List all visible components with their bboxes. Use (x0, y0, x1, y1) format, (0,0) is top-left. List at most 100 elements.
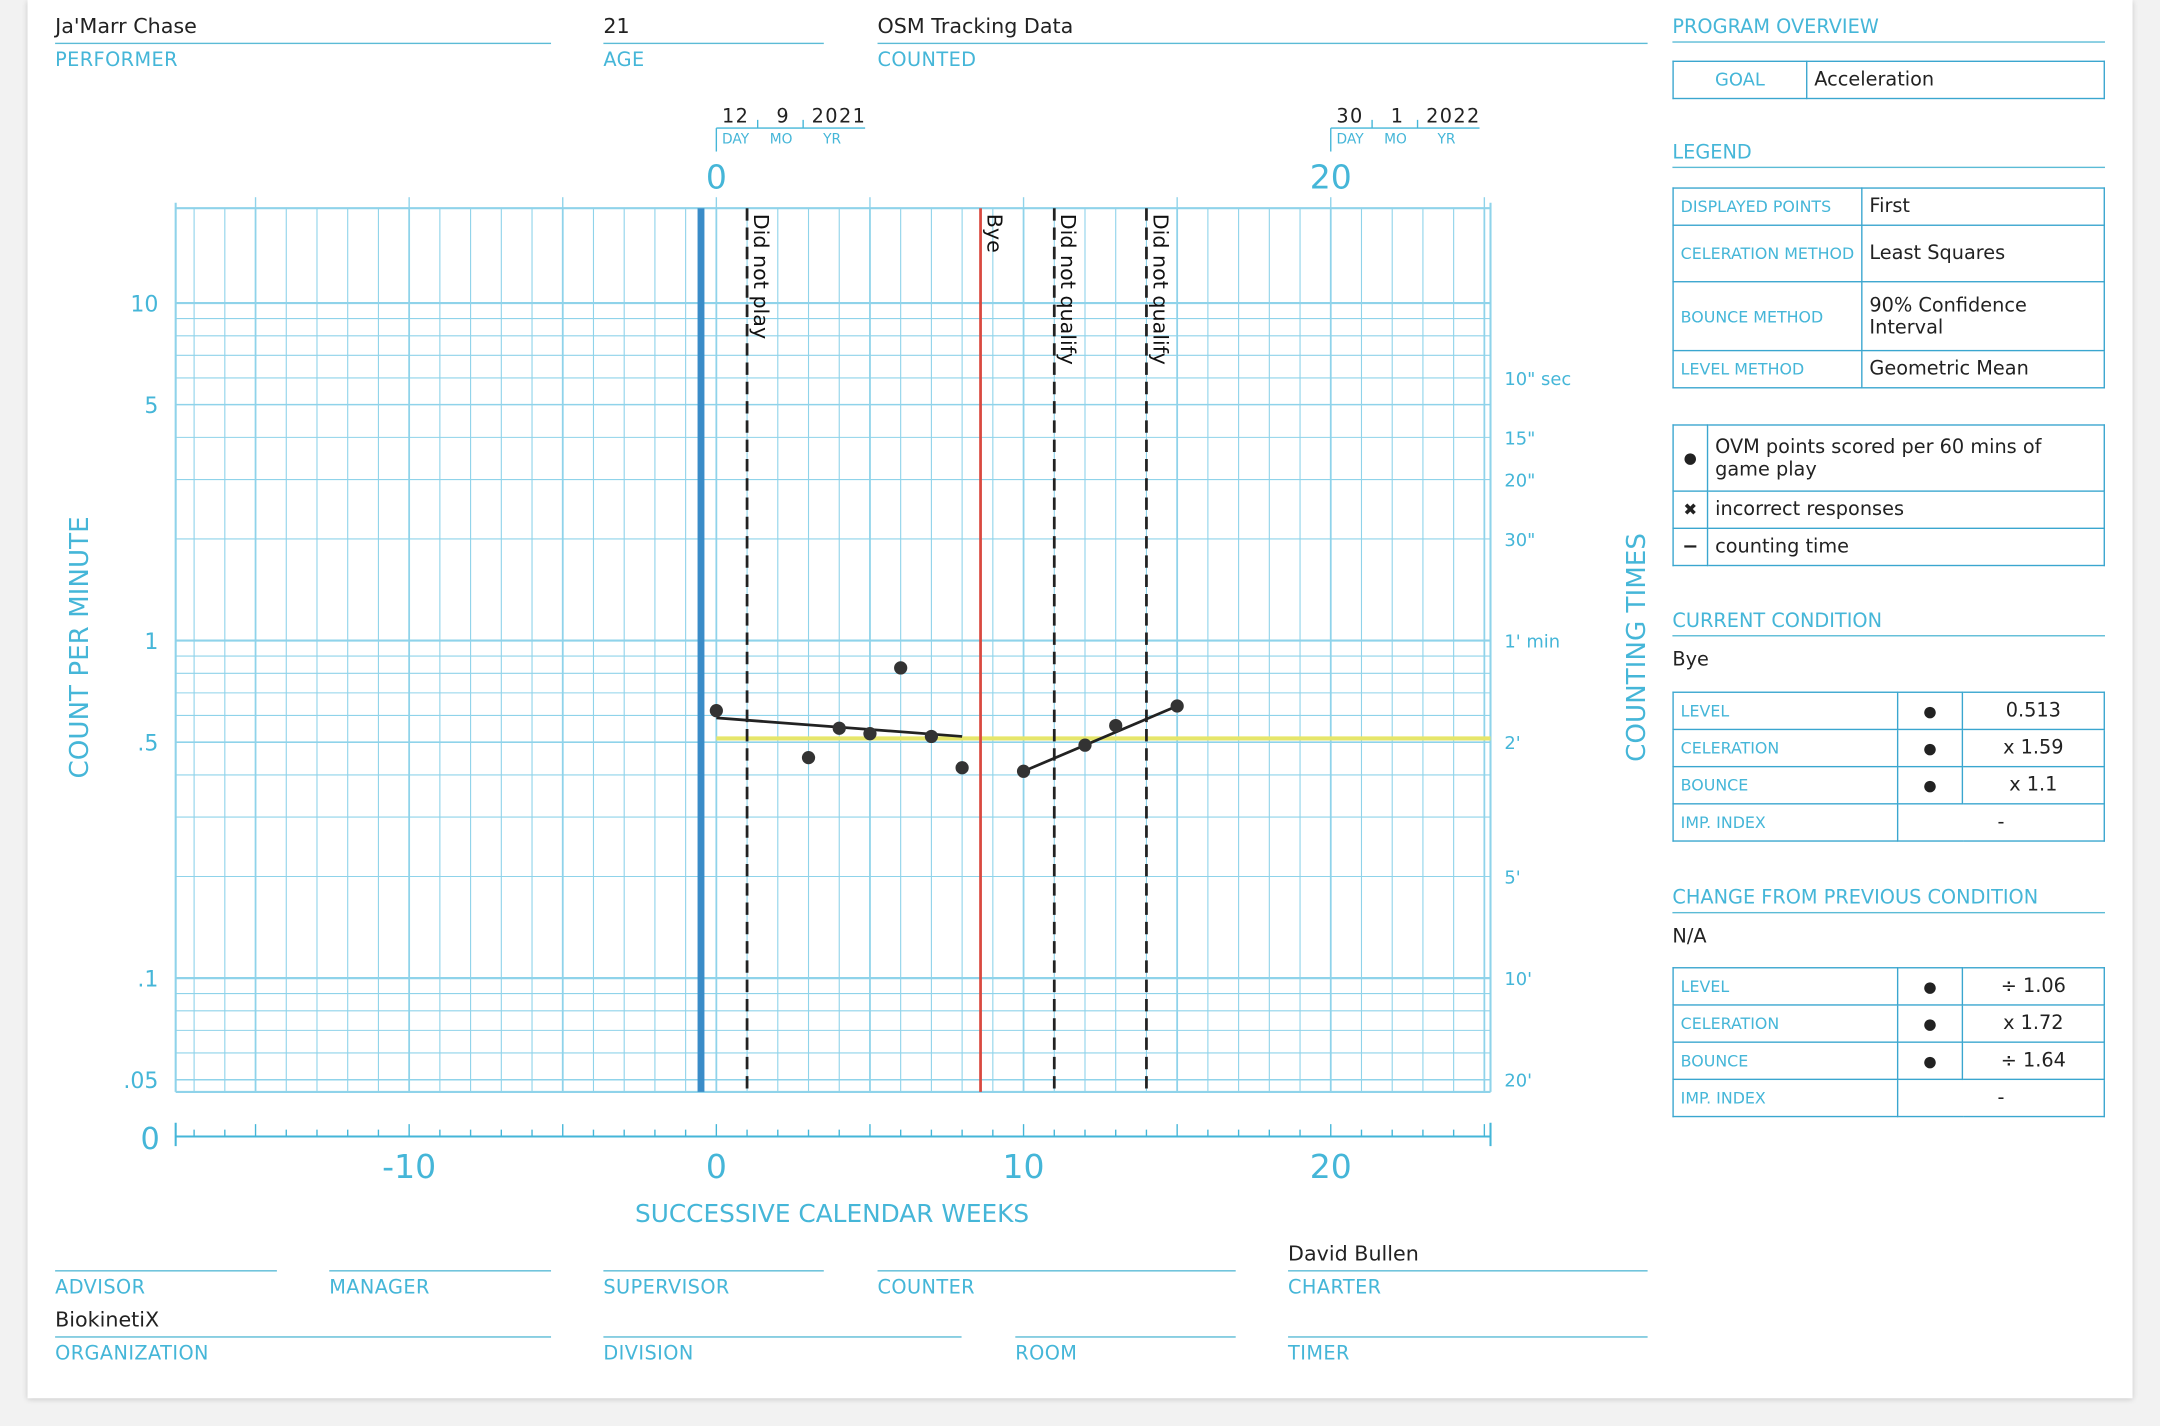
condition-value: x 1.1 (1961, 765, 2105, 805)
symbol-label: counting time (1706, 527, 2105, 567)
x-axis-title: SUCCESSIVE CALENDAR WEEKS (635, 1199, 1029, 1228)
symbol-label: incorrect responses (1706, 490, 2105, 529)
manager-label: MANAGER (329, 1277, 430, 1300)
data-point (1170, 699, 1184, 713)
data-point (1016, 764, 1031, 778)
y2-tick-label: 20' (1504, 1071, 1532, 1092)
supervisor-label: SUPERVISOR (603, 1277, 730, 1300)
dot-icon: ● (1672, 424, 1709, 492)
data-point (955, 761, 969, 775)
charter-value: David Bullen (1288, 1241, 1419, 1267)
date-month-label: MO (1384, 131, 1407, 147)
x-tick-label: 0 (706, 1147, 727, 1186)
goal-table: GOAL Acceleration (1672, 60, 2105, 100)
x-origin-label: 0 (141, 1122, 160, 1157)
condition-value: ÷ 1.06 (1961, 967, 2105, 1006)
condition-row: IMP. INDEX - (1672, 803, 2105, 842)
symbol-label: OVM points scored per 60 mins of game pl… (1706, 424, 2105, 492)
dash-icon: − (1672, 527, 1709, 567)
change-condition-title: CHANGE FROM PREVIOUS CONDITION (1672, 887, 2105, 914)
data-point (1078, 738, 1092, 752)
condition-key: IMP. INDEX (1672, 1078, 1899, 1118)
y2-tick-label: 30" (1504, 530, 1535, 551)
y2-tick-label: 15" (1504, 428, 1535, 449)
y2-tick-label: 1' min (1504, 631, 1560, 652)
y-tick-label: .05 (123, 1069, 158, 1094)
condition-key: IMP. INDEX (1672, 803, 1899, 842)
condition-key: CELERATION (1672, 728, 1899, 768)
date-month: 1 (1391, 105, 1403, 128)
change-condition-table: LEVEL ● ÷ 1.06 CELERATION ● x 1.72 BOUNCE ● ÷ 1.… (1672, 967, 2105, 1118)
legend-key: BOUNCE METHOD (1672, 281, 1863, 352)
legend-key: DISPLAYED POINTS (1672, 187, 1863, 226)
y2-tick-label: 2' (1504, 733, 1520, 754)
legend-value: First (1861, 187, 2105, 226)
dot-icon: ● (1896, 1004, 1964, 1043)
date-year: 2021 (812, 105, 867, 128)
current-condition-name: Bye (1672, 648, 1709, 671)
y-tick-label: 5 (144, 394, 158, 419)
legend-value: Geometric Mean (1861, 349, 2105, 389)
symbol-legend-table: ● OVM points scored per 60 mins of game p… (1672, 424, 2105, 567)
y2-tick-label: 5' (1504, 867, 1520, 888)
condition-key: BOUNCE (1672, 765, 1899, 805)
legend-value: Least Squares (1861, 224, 2105, 283)
y-tick-label: 10 (130, 292, 158, 317)
charter-label: CHARTER (1288, 1277, 1382, 1300)
dot-icon: ● (1896, 691, 1964, 731)
y-tick-label: .1 (137, 967, 158, 992)
data-point (863, 727, 877, 741)
dot-icon: ● (1896, 765, 1964, 805)
legend-table: DISPLAYED POINTS First CELERATION METHOD L… (1672, 187, 2105, 389)
y2-tick-label: 20" (1504, 470, 1535, 491)
advisor-label: ADVISOR (55, 1277, 146, 1300)
condition-row: IMP. INDEX - (1672, 1078, 2105, 1118)
change-condition-name: N/A (1672, 925, 1707, 948)
y2-tick-label: 10' (1504, 969, 1532, 990)
condition-key: LEVEL (1672, 691, 1899, 731)
data-point (801, 751, 816, 765)
condition-value: - (1896, 1078, 2105, 1118)
condition-value: 0.513 (1961, 691, 2105, 731)
data-point (1109, 718, 1123, 733)
x-tick-label: -10 (382, 1147, 436, 1186)
celeration-chart: Did not play Bye Did not qualify Did not qu… (65, 105, 1652, 1228)
goal-label: GOAL (1672, 60, 1808, 100)
date-month: 9 (776, 105, 788, 128)
legend-title: LEGEND (1672, 142, 2105, 169)
data-point (894, 661, 908, 675)
y2-tick-label: 10" sec (1504, 369, 1571, 390)
top-tick-label: 20 (1310, 158, 1352, 197)
date-year-label: YR (1436, 131, 1455, 147)
phase-label: Did not qualify (1148, 214, 1172, 365)
legend-value: 90% Confidence Interval (1861, 281, 2105, 352)
dot-icon: ● (1896, 1041, 1964, 1081)
division-label: DIVISION (603, 1343, 694, 1366)
y2-axis-title: COUNTING TIMES (1622, 533, 1652, 762)
condition-row: LEVEL ● 0.513 (1672, 691, 2105, 731)
organization-value: BiokinetiX (55, 1307, 160, 1333)
condition-key: CELERATION (1672, 1004, 1899, 1043)
condition-row: BOUNCE ● ÷ 1.64 (1672, 1041, 2105, 1081)
date-year-label: YR (822, 131, 841, 147)
condition-value: x 1.59 (1961, 728, 2105, 768)
condition-value: ÷ 1.64 (1961, 1041, 2105, 1081)
cross-icon: ✖ (1672, 490, 1709, 529)
y-tick-label: 1 (144, 630, 158, 655)
phase-label: Bye (982, 214, 1006, 253)
data-point (709, 704, 723, 718)
goal-value: Acceleration (1806, 60, 2105, 100)
date-day: 12 (722, 105, 749, 128)
y-axis-title: COUNT PER MINUTE (65, 516, 95, 778)
date-day: 30 (1336, 105, 1363, 128)
legend-key: CELERATION METHOD (1672, 224, 1863, 283)
dot-icon: ● (1896, 967, 1964, 1006)
data-point (832, 721, 846, 735)
current-condition-title: CURRENT CONDITION (1672, 610, 2105, 637)
top-tick-label: 0 (706, 158, 727, 197)
condition-key: LEVEL (1672, 967, 1899, 1006)
condition-row: CELERATION ● x 1.59 (1672, 728, 2105, 768)
timer-label: TIMER (1288, 1343, 1350, 1366)
condition-value: x 1.72 (1961, 1004, 2105, 1043)
room-label: ROOM (1015, 1343, 1078, 1366)
